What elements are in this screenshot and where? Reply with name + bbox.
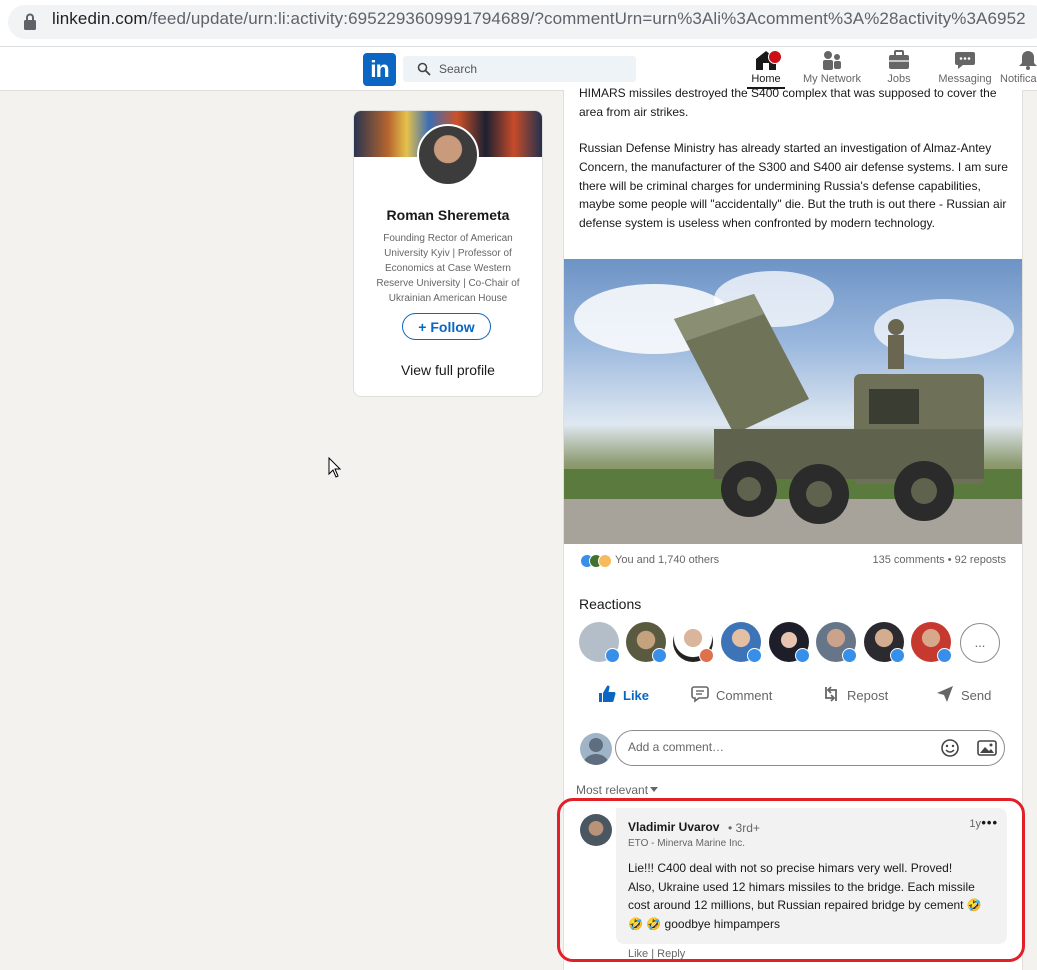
comments-reposts-count[interactable]: 135 comments • 92 reposts	[873, 554, 1006, 566]
briefcase-icon	[889, 50, 909, 69]
like-reaction-icon	[605, 648, 620, 663]
reactor-avatar[interactable]	[721, 622, 762, 663]
commenter-name[interactable]: Vladimir Uvarov	[628, 820, 719, 834]
profile-headline: Founding Rector of American University K…	[376, 233, 520, 304]
search-icon	[417, 62, 431, 76]
browser-address-bar[interactable]: linkedin.com/feed/update/urn:li:activity…	[0, 0, 1037, 47]
linkedin-logo[interactable]: in	[363, 53, 396, 86]
comment-actions[interactable]: Like | Reply	[628, 948, 685, 960]
comment-bubble: Vladimir Uvarov • 3rd+ 1y ••• ETO - Mine…	[616, 808, 1007, 944]
image-icon[interactable]	[977, 740, 997, 756]
post-social-counts: You and 1,740 others 135 comments • 92 r…	[580, 553, 1006, 569]
view-full-profile-link[interactable]: View full profile	[354, 362, 542, 378]
comment-icon	[691, 686, 709, 703]
connection-degree: • 3rd+	[728, 821, 760, 835]
sort-comments-dropdown[interactable]: Most relevant	[576, 783, 659, 797]
messaging-icon	[955, 52, 975, 69]
reactor-avatar[interactable]	[816, 622, 857, 663]
nav-jobs[interactable]: Jobs	[864, 49, 934, 85]
reactor-avatar[interactable]	[911, 622, 952, 663]
send-icon	[937, 686, 953, 702]
bell-icon	[1019, 51, 1037, 70]
reactor-avatar[interactable]	[673, 622, 714, 663]
lock-icon	[24, 13, 36, 30]
reactor-avatar[interactable]	[864, 622, 905, 663]
nav-notifications[interactable]: Notifica	[994, 49, 1037, 85]
reactions-summary-link[interactable]: You and 1,740 others	[615, 554, 719, 566]
nav-home[interactable]: Home	[731, 49, 801, 89]
more-reactions-button[interactable]: ...	[960, 623, 1000, 663]
caret-down-icon	[650, 787, 659, 792]
current-user-avatar	[580, 733, 612, 765]
like-reaction-icon	[890, 648, 905, 663]
repost-icon	[825, 686, 837, 702]
people-icon	[823, 51, 841, 70]
mouse-cursor-icon	[328, 457, 342, 478]
comment-timestamp: 1y	[969, 818, 981, 830]
post-text-top: HIMARS missiles destroyed the S400 compl…	[579, 86, 997, 119]
post-card: HIMARS missiles destroyed the S400 compl…	[563, 86, 1023, 970]
profile-name[interactable]: Roman Sheremeta	[354, 207, 542, 223]
notification-badge	[768, 50, 782, 64]
commenter-avatar[interactable]	[580, 814, 612, 846]
comment-body: Lie!!! C400 deal with not so precise him…	[628, 861, 982, 931]
commenter-headline: ETO - Minerva Marine Inc.	[628, 838, 746, 849]
repost-label: Repost	[847, 688, 889, 703]
post-text-main: Russian Defense Ministry has already sta…	[579, 141, 1008, 231]
person-placeholder-icon	[583, 738, 609, 765]
like-reaction-icon	[747, 648, 762, 663]
reactions-heading: Reactions	[579, 596, 642, 612]
search-placeholder: Search	[439, 62, 478, 76]
search-input[interactable]: Search	[403, 56, 636, 82]
comment-label: Comment	[716, 688, 773, 703]
post-image-himars[interactable]	[564, 259, 1022, 544]
follow-button[interactable]: + Follow	[402, 313, 491, 340]
reaction-icons	[580, 554, 612, 568]
nav-my-network[interactable]: My Network	[797, 49, 867, 85]
nav-messaging[interactable]: Messaging	[930, 49, 1000, 85]
like-label: Like	[623, 688, 650, 703]
comment-more-options-icon[interactable]: •••	[981, 815, 998, 830]
like-reaction-icon	[937, 648, 952, 663]
profile-avatar[interactable]	[417, 124, 479, 186]
himars-truck-illustration	[564, 271, 1022, 544]
reactor-avatar[interactable]	[626, 622, 667, 663]
send-label: Send	[961, 688, 992, 703]
like-reaction-icon	[652, 648, 667, 663]
thumbs-up-icon	[599, 685, 616, 703]
reactor-avatar[interactable]	[769, 622, 810, 663]
reactor-avatar[interactable]	[579, 622, 620, 663]
emoji-icon[interactable]	[940, 738, 960, 758]
like-reaction-icon	[842, 648, 857, 663]
like-reaction-icon	[795, 648, 810, 663]
author-profile-card: Roman Sheremeta Founding Rector of Ameri…	[353, 110, 543, 397]
sort-label: Most relevant	[576, 783, 649, 797]
love-reaction-icon	[699, 648, 714, 663]
url-text[interactable]: linkedin.com/feed/update/urn:li:activity…	[52, 9, 1026, 29]
